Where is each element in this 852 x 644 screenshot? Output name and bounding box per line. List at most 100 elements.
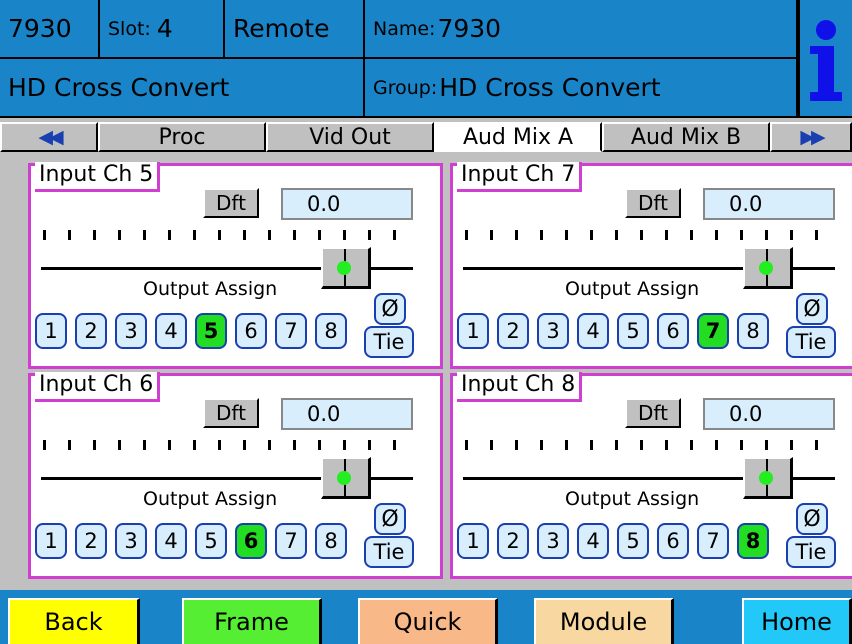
tab-next-button[interactable]: ▶▶: [770, 122, 852, 152]
panel-title: Input Ch 6: [35, 372, 161, 402]
slider-ticks: [465, 440, 835, 450]
tab-vid-out[interactable]: Vid Out: [266, 122, 434, 152]
back-button[interactable]: Back: [8, 598, 140, 644]
phase-invert-button[interactable]: Ø: [374, 503, 406, 535]
panel-title: Input Ch 5: [35, 162, 161, 192]
level-value-field[interactable]: 0.0: [703, 188, 835, 220]
slider-thumb[interactable]: [321, 247, 371, 289]
slider-thumb[interactable]: [743, 457, 793, 499]
output-assign-button-5[interactable]: 5: [617, 313, 649, 349]
level-value-field[interactable]: 0.0: [703, 398, 835, 430]
output-assign-button-2[interactable]: 2: [75, 523, 107, 559]
double-right-arrow-icon: ▶▶: [800, 126, 825, 148]
output-assign-button-4[interactable]: 4: [577, 313, 609, 349]
product-label: HD Cross Convert: [8, 73, 230, 102]
tie-button[interactable]: Tie: [786, 536, 836, 568]
output-assign-button-5[interactable]: 5: [195, 313, 227, 349]
output-assign-button-4[interactable]: 4: [577, 523, 609, 559]
channel-panel: Input Ch 7 Dft 0.0 Output Assign 1 2 3 4 5 6 7 8 Ø Ti…: [450, 162, 852, 369]
group-cell: Group: HD Cross Convert: [365, 59, 798, 118]
default-button[interactable]: Dft: [203, 398, 259, 428]
tab-proc[interactable]: Proc: [98, 122, 266, 152]
slot-value: 4: [156, 14, 173, 43]
slider-ticks: [43, 230, 413, 240]
output-assign-button-4[interactable]: 4: [155, 313, 187, 349]
output-assign-button-2[interactable]: 2: [497, 313, 529, 349]
output-assign-button-6[interactable]: 6: [235, 313, 267, 349]
phase-invert-button[interactable]: Ø: [796, 293, 828, 325]
slot-label: Slot:: [108, 17, 151, 40]
output-assign-button-5[interactable]: 5: [195, 523, 227, 559]
default-button[interactable]: Dft: [625, 398, 681, 428]
slider-thumb[interactable]: [743, 247, 793, 289]
output-assign-button-7[interactable]: 7: [697, 313, 729, 349]
phase-invert-button[interactable]: Ø: [796, 503, 828, 535]
slider-indicator-icon: [759, 471, 773, 485]
output-assign-button-8[interactable]: 8: [315, 523, 347, 559]
channel-panel: Input Ch 5 Dft 0.0 Output Assign 1 2 3 4 5 6 7 8 Ø Ti…: [28, 162, 443, 369]
slider-indicator-icon: [759, 261, 773, 275]
output-assign-label: Output Assign: [561, 278, 704, 300]
output-assign-label: Output Assign: [139, 488, 282, 510]
output-assign-button-3[interactable]: 3: [537, 313, 569, 349]
output-assign-button-3[interactable]: 3: [537, 523, 569, 559]
home-button[interactable]: Home: [742, 598, 852, 644]
default-button[interactable]: Dft: [203, 188, 259, 218]
output-assign-button-1[interactable]: 1: [35, 523, 67, 559]
mode-label: Remote: [233, 14, 330, 43]
output-assign-button-2[interactable]: 2: [497, 523, 529, 559]
output-assign-button-5[interactable]: 5: [617, 523, 649, 559]
double-left-arrow-icon: ◀◀: [38, 126, 63, 148]
channel-panel: Input Ch 8 Dft 0.0 Output Assign 1 2 3 4 5 6 7 8 Ø Ti…: [450, 372, 852, 579]
group-label: Group:: [373, 76, 438, 99]
quick-button[interactable]: Quick: [358, 598, 498, 644]
output-assign-button-6[interactable]: 6: [235, 523, 267, 559]
output-assign-button-7[interactable]: 7: [275, 523, 307, 559]
frame-button[interactable]: Frame: [182, 598, 322, 644]
name-cell: Name: 7930: [365, 0, 798, 59]
output-assign-button-7[interactable]: 7: [275, 313, 307, 349]
output-assign-button-6[interactable]: 6: [657, 523, 689, 559]
output-assign-label: Output Assign: [139, 278, 282, 300]
output-assign-button-3[interactable]: 3: [115, 313, 147, 349]
slider-indicator-icon: [337, 261, 351, 275]
header: 7930 Slot: 4 Remote Name: 7930 HD Cross …: [0, 0, 852, 118]
tab-bar: ◀◀ Proc Vid Out Aud Mix A Aud Mix B ▶▶: [0, 120, 852, 154]
slider-ticks: [465, 230, 835, 240]
output-assign-button-1[interactable]: 1: [35, 313, 67, 349]
output-assign-button-4[interactable]: 4: [155, 523, 187, 559]
footer-nav: Back Frame Quick Module Home: [0, 590, 852, 644]
output-assign-button-6[interactable]: 6: [657, 313, 689, 349]
output-assign-button-8[interactable]: 8: [737, 313, 769, 349]
product-cell: HD Cross Convert: [0, 59, 365, 118]
info-button[interactable]: [798, 0, 852, 118]
level-value-field[interactable]: 0.0: [281, 398, 413, 430]
module-button[interactable]: Module: [534, 598, 674, 644]
name-label: Name:: [373, 17, 436, 40]
output-assign-button-3[interactable]: 3: [115, 523, 147, 559]
tab-aud-mix-a[interactable]: Aud Mix A: [434, 122, 602, 152]
slider-ticks: [43, 440, 413, 450]
model-label: 7930: [8, 14, 72, 43]
slot-cell: Slot: 4: [100, 0, 225, 59]
tie-button[interactable]: Tie: [786, 326, 836, 358]
group-value: HD Cross Convert: [439, 73, 661, 102]
panel-title: Input Ch 7: [457, 162, 583, 192]
output-assign-button-1[interactable]: 1: [457, 313, 489, 349]
slider-thumb[interactable]: [321, 457, 371, 499]
phase-invert-button[interactable]: Ø: [374, 293, 406, 325]
output-assign-button-7[interactable]: 7: [697, 523, 729, 559]
default-button[interactable]: Dft: [625, 188, 681, 218]
output-assign-button-2[interactable]: 2: [75, 313, 107, 349]
tab-prev-button[interactable]: ◀◀: [0, 122, 98, 152]
tie-button[interactable]: Tie: [364, 326, 414, 358]
tie-button[interactable]: Tie: [364, 536, 414, 568]
name-value: 7930: [437, 14, 502, 43]
panel-title: Input Ch 8: [457, 372, 583, 402]
output-assign-button-1[interactable]: 1: [457, 523, 489, 559]
output-assign-button-8[interactable]: 8: [315, 313, 347, 349]
level-value-field[interactable]: 0.0: [281, 188, 413, 220]
model-cell: 7930: [0, 0, 100, 59]
tab-aud-mix-b[interactable]: Aud Mix B: [602, 122, 770, 152]
output-assign-button-8[interactable]: 8: [737, 523, 769, 559]
